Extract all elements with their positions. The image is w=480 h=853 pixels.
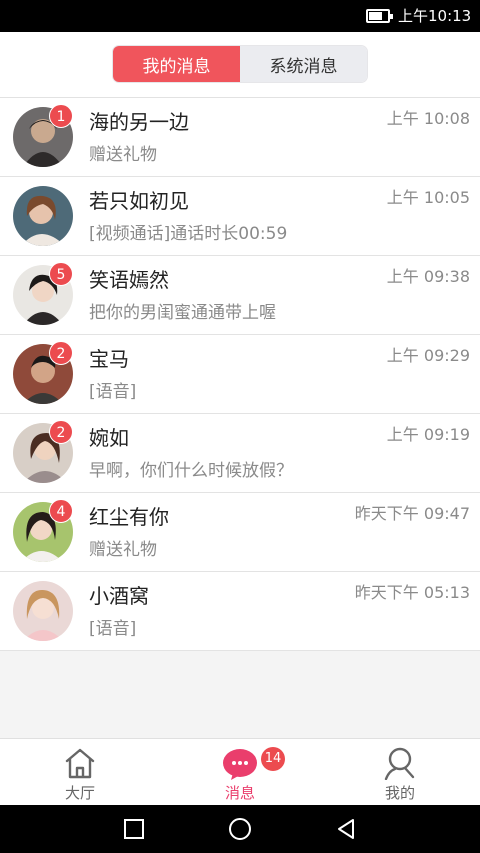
- nav-lobby-label: 大厅: [64, 784, 95, 802]
- header: 我的消息 系统消息: [0, 32, 480, 98]
- chat-bubble-icon: [223, 749, 257, 780]
- unread-badge: 4: [49, 499, 73, 523]
- message-preview: [语音]: [89, 619, 137, 639]
- message-time: 昨天下午 05:13: [354, 583, 470, 602]
- message-time: 上午 09:29: [386, 346, 470, 365]
- unread-badge: 2: [49, 341, 73, 365]
- message-time: 昨天下午 09:47: [354, 504, 470, 523]
- contact-name: 笑语嫣然: [89, 268, 169, 292]
- message-preview: [视频通话]通话时长00:59: [89, 224, 288, 244]
- unread-badge: 2: [49, 420, 73, 444]
- nav-messages-label: 消息: [224, 784, 255, 802]
- bottom-nav: 大厅 14 消息 我的: [0, 738, 480, 805]
- tab-system-messages[interactable]: 系统消息: [240, 46, 367, 82]
- message-list: 1 海的另一边 赠送礼物 上午 10:08 若只如初见 [视频通话]通话时长00…: [0, 98, 480, 651]
- message-preview: 赠送礼物: [89, 145, 157, 165]
- status-time: 上午10:13: [398, 7, 472, 25]
- status-bar: 上午10:13: [0, 0, 480, 32]
- message-preview: [语音]: [89, 382, 137, 402]
- message-row[interactable]: 若只如初见 [视频通话]通话时长00:59 上午 10:05: [0, 177, 480, 256]
- message-preview: 赠送礼物: [89, 540, 157, 560]
- message-row[interactable]: 2 婉如 早啊，你们什么时候放假？ 上午 09:19: [0, 414, 480, 493]
- message-preview: 早啊，你们什么时候放假？: [89, 461, 293, 481]
- contact-name: 红尘有你: [89, 505, 169, 529]
- nav-messages-badge: 14: [261, 747, 285, 771]
- message-row[interactable]: 4 红尘有你 赠送礼物 昨天下午 09:47: [0, 493, 480, 572]
- message-time: 上午 10:05: [386, 188, 470, 207]
- contact-name: 宝马: [89, 347, 129, 371]
- avatar: [13, 186, 73, 246]
- contact-name: 若只如初见: [89, 189, 189, 213]
- avatar: [13, 581, 73, 641]
- home-icon: [65, 748, 95, 779]
- recent-apps-icon[interactable]: [121, 816, 147, 842]
- unread-badge: 5: [49, 262, 73, 286]
- tab-my-messages[interactable]: 我的消息: [113, 46, 240, 82]
- battery-icon: [366, 9, 393, 23]
- message-time: 上午 09:19: [386, 425, 470, 444]
- nav-mine-label: 我的: [384, 784, 415, 802]
- message-preview: 把你的男闺蜜通通带上喔: [89, 303, 276, 323]
- contact-name: 海的另一边: [89, 110, 189, 134]
- contact-name: 婉如: [89, 426, 129, 450]
- message-time: 上午 09:38: [386, 267, 470, 286]
- system-nav-bar: [0, 805, 480, 853]
- unread-badge: 1: [49, 104, 73, 128]
- person-icon: [384, 747, 415, 780]
- back-icon[interactable]: [333, 816, 359, 842]
- nav-mine[interactable]: 我的: [320, 739, 480, 806]
- nav-messages[interactable]: 14 消息: [160, 739, 320, 806]
- message-row[interactable]: 5 笑语嫣然 把你的男闺蜜通通带上喔 上午 09:38: [0, 256, 480, 335]
- message-time: 上午 10:08: [386, 109, 470, 128]
- message-row[interactable]: 小酒窝 [语音] 昨天下午 05:13: [0, 572, 480, 651]
- message-row[interactable]: 2 宝马 [语音] 上午 09:29: [0, 335, 480, 414]
- home-button-icon[interactable]: [227, 816, 253, 842]
- contact-name: 小酒窝: [89, 584, 149, 608]
- nav-lobby[interactable]: 大厅: [0, 739, 160, 806]
- message-row[interactable]: 1 海的另一边 赠送礼物 上午 10:08: [0, 98, 480, 177]
- message-type-switch: 我的消息 系统消息: [112, 45, 368, 83]
